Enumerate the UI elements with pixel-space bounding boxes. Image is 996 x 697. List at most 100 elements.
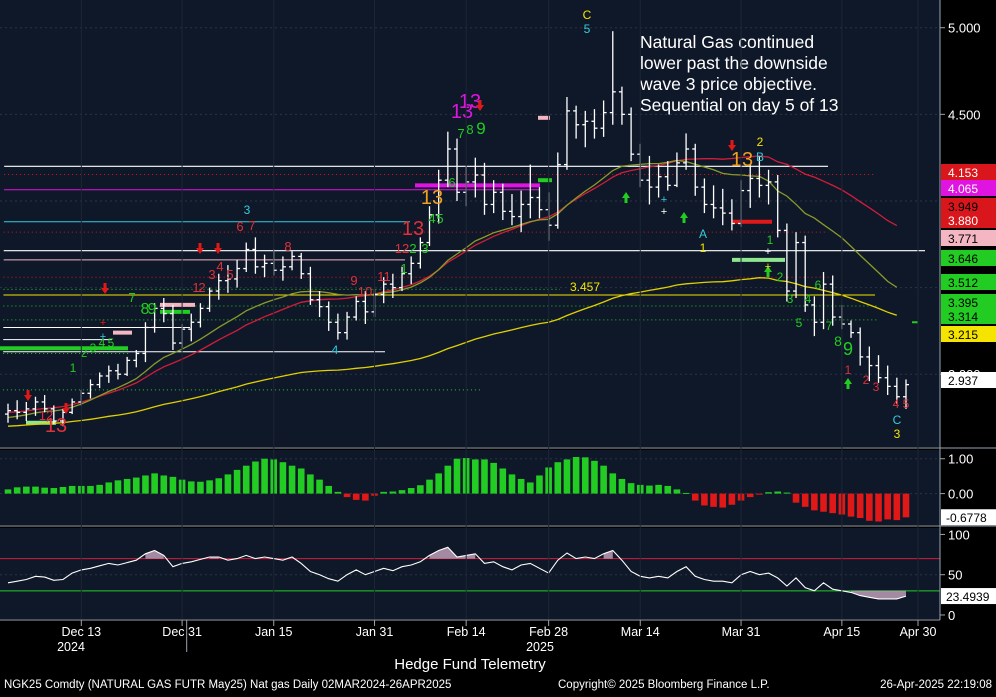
- price-tag-label: 4.153: [948, 166, 978, 180]
- sequential-count-label: 7: [128, 290, 135, 305]
- price-tag-label: 3.314: [948, 310, 978, 324]
- oscillator-bar: [581, 457, 589, 494]
- sequential-count-label: 9: [350, 273, 357, 288]
- oscillator-bar: [142, 475, 149, 494]
- sequential-count-label: 2: [198, 280, 205, 295]
- chart-svg: 3.457 131212 3 4 5789123456 783491011121312 3…: [0, 0, 996, 691]
- oscillator-bar: [435, 473, 442, 494]
- oscillator-bar: [343, 493, 351, 498]
- signal-arrow-stem: [624, 198, 628, 203]
- sequential-count-label: 5: [584, 22, 591, 36]
- oscillator-bar: [307, 474, 314, 494]
- sequential-count-label: 4: [332, 343, 339, 357]
- sequential-count-label: 3: [421, 241, 428, 256]
- oscillator-bar: [233, 469, 241, 494]
- plus-marker: +: [100, 317, 106, 329]
- sequential-count-label: 3: [90, 341, 97, 355]
- osc-tick-label: 1.00: [948, 452, 973, 467]
- oscillator-bar: [279, 462, 287, 494]
- sequential-count-label: 3: [244, 203, 251, 217]
- oscillator-bar: [746, 493, 754, 498]
- oscillator-bar: [380, 491, 387, 494]
- sequential-count-label: 11: [377, 269, 391, 284]
- oscillator-bar: [215, 478, 223, 494]
- sequential-count-label: 3: [208, 267, 215, 282]
- rsi-panel: 100 50 0 23.4939: [0, 527, 996, 623]
- x-tick-label: Jan 15: [255, 625, 293, 639]
- sequential-count-label: 1: [70, 361, 77, 375]
- oscillator-bar: [444, 465, 452, 494]
- oscillator-bar: [682, 492, 690, 494]
- osc-last-tag-label: -0.6778: [946, 511, 987, 525]
- sequential-count-label: 1: [767, 233, 774, 247]
- oscillator-bar: [123, 478, 131, 494]
- sequential-count-label: 13: [402, 218, 424, 240]
- oscillator-bar: [325, 485, 333, 494]
- level-line-label: 3.457: [570, 280, 600, 294]
- oscillator-bar: [792, 493, 800, 503]
- plus-marker: +: [100, 331, 106, 343]
- sequential-count-label: 7: [826, 319, 833, 333]
- oscillator-bar: [719, 493, 727, 508]
- footer-security: NGK25 Comdty (NATURAL GAS FUTR May25) Na…: [4, 679, 451, 691]
- oscillator-bar: [728, 493, 736, 505]
- plus-marker: +: [661, 206, 667, 218]
- price-tag-label: 3.771: [948, 232, 978, 246]
- sequential-count-label: 9: [148, 301, 157, 318]
- oscillator-bar: [13, 487, 21, 494]
- sequential-count-label: 9: [476, 119, 485, 138]
- price-tag-label: 3.395: [948, 296, 978, 310]
- oscillator-bar: [508, 474, 516, 494]
- sequential-count-label: 4: [216, 259, 223, 274]
- sequential-count-label: 4: [893, 397, 900, 411]
- oscillator-bar: [627, 483, 635, 494]
- oscillator-bar: [41, 487, 48, 494]
- oscillator-bar: [701, 493, 708, 506]
- footer: Hedge Fund Telemetry NGK25 Comdty (NATUR…: [4, 656, 992, 691]
- oscillator-bar: [288, 465, 296, 494]
- price-tag-label: 3.646: [948, 252, 978, 266]
- osc-tick-label: 0.00: [948, 487, 973, 502]
- sequential-count-label: 2: [863, 373, 870, 387]
- sequential-count-label: 5: [108, 336, 115, 350]
- oscillator-bar: [426, 479, 433, 494]
- oscillator-bar: [114, 480, 122, 494]
- oscillator-bar: [765, 492, 772, 494]
- sequential-count-label: 1: [400, 261, 407, 276]
- oscillator-bar: [554, 462, 562, 494]
- oscillator-bar: [884, 493, 891, 520]
- oscillator-bar: [710, 493, 717, 507]
- x-tick-label: Dec 31: [162, 625, 202, 639]
- oscillator-bar: [472, 459, 479, 494]
- oscillator-bar: [664, 485, 672, 494]
- oscillator-bar: [352, 493, 360, 500]
- rsi-tick-label: 0: [948, 608, 955, 623]
- oscillator-bar: [334, 491, 342, 494]
- oscillator-bar: [691, 493, 699, 501]
- sequential-count-label: 10: [358, 284, 372, 299]
- sequential-count-label: 12: [395, 241, 409, 256]
- oscillator-bar: [362, 493, 369, 501]
- oscillator-bar: [316, 479, 323, 494]
- oscillator-bar: [197, 481, 204, 494]
- oscillator-bar: [151, 473, 158, 494]
- oscillator-bar: [187, 481, 195, 494]
- sequential-count-label: C: [583, 8, 592, 22]
- oscillator-bar: [655, 484, 662, 494]
- x-tick-label: Apr 15: [823, 625, 860, 639]
- signal-arrow-stem: [103, 283, 107, 288]
- plus-marker: +: [765, 261, 771, 273]
- oscillator-bar: [856, 493, 864, 519]
- sequential-count-label: 2: [409, 241, 416, 256]
- chart-root: 3.457 13 12 1 2 3 4 5 7 8 9 1 2 3 4 5 6 7 8 3 4 9 10 11 12 13 1 2 3…: [0, 0, 996, 692]
- oscillator-bar: [591, 460, 598, 494]
- sequential-count-label: 3: [894, 427, 901, 441]
- footer-copyright: Copyright© 2025 Bloomberg Finance L.P.: [558, 679, 770, 691]
- oscillator-bar: [673, 489, 681, 494]
- sequential-count-label: 8: [834, 333, 842, 349]
- sequential-count-label: 3: [787, 292, 794, 306]
- sequential-count-label: 8: [284, 239, 291, 254]
- oscillator-panel: 1.00 0.00 -0.6778: [0, 450, 996, 526]
- oscillator-bar: [847, 493, 855, 517]
- signal-arrow-stem: [478, 100, 482, 105]
